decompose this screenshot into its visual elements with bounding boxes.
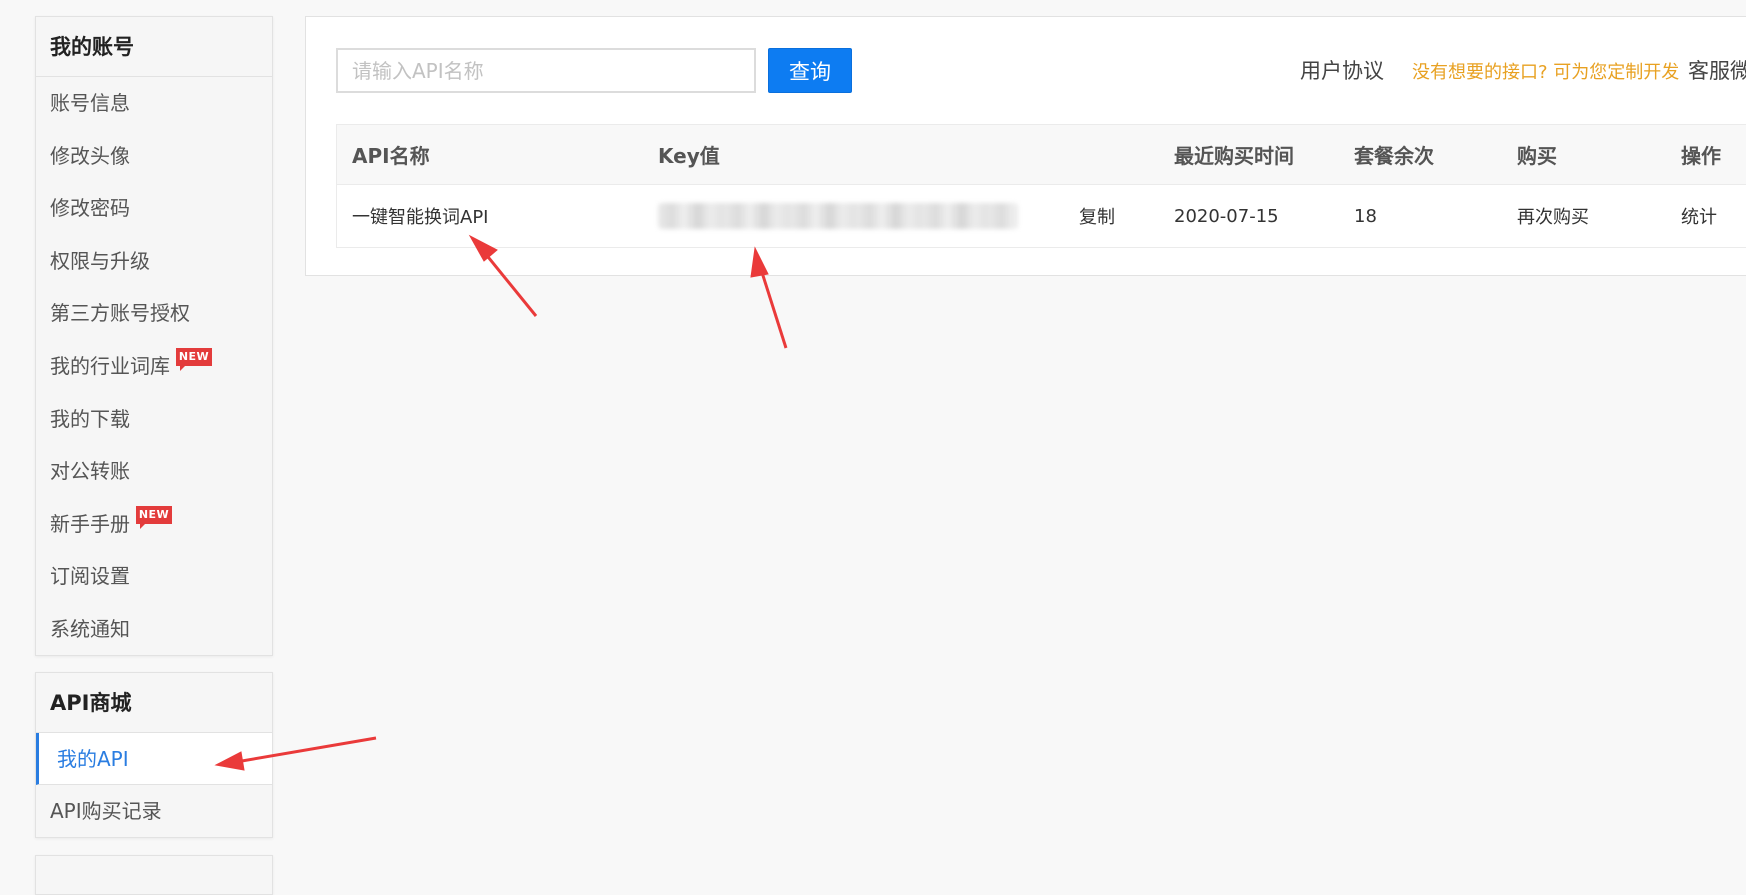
api-key-value	[658, 185, 1018, 247]
sidebar-item-downloads[interactable]: 我的下载	[36, 393, 272, 446]
account-panel: 我的账号 账号信息 修改头像 修改密码 权限与升级 第三方账号授权 我的行业词库…	[35, 16, 273, 656]
sidebar-item-change-avatar[interactable]: 修改头像	[36, 130, 272, 183]
sidebar-item-label: 对公转账	[50, 459, 130, 484]
sidebar-item-label: API购买记录	[50, 799, 162, 823]
api-store-panel: API商城 我的API API购买记录	[35, 672, 273, 838]
copy-key-button[interactable]: 复制	[1079, 185, 1115, 247]
sidebar-item-label: 第三方账号授权	[50, 301, 190, 326]
remaining-count: 18	[1354, 205, 1377, 227]
header-remaining: 套餐余次	[1354, 144, 1434, 168]
sidebar-item-label: 权限与升级	[50, 248, 150, 273]
header-key: Key值	[658, 144, 720, 168]
blurred-key	[658, 203, 1018, 229]
new-badge: NEW	[136, 505, 172, 529]
sidebar-item-system-notifications[interactable]: 系统通知	[36, 603, 272, 656]
sidebar-item-label: 订阅设置	[50, 564, 130, 589]
sidebar-item-label: 我的行业词库	[50, 353, 170, 378]
sidebar-item-label: 账号信息	[50, 91, 130, 115]
sidebar-item-label: 我的API	[57, 747, 129, 771]
api-name-link[interactable]: 一键智能换词API	[352, 185, 488, 247]
sidebar-item-my-api[interactable]: 我的API	[36, 733, 272, 785]
table-header: API名称 Key值 最近购买时间 套餐余次 购买 操作	[337, 125, 1746, 185]
user-agreement-link[interactable]: 用户协议	[1300, 55, 1384, 85]
account-panel-title: 我的账号	[36, 17, 272, 77]
sidebar-item-label: 修改密码	[50, 196, 130, 221]
sidebar-item-account-info[interactable]: 账号信息	[36, 77, 272, 130]
purchase-date: 2020-07-15	[1174, 205, 1279, 227]
header-api-name: API名称	[352, 144, 430, 168]
sidebar-item-label: 修改头像	[50, 143, 130, 168]
header-operation: 操作	[1681, 144, 1721, 168]
sidebar-item-label: 我的下载	[50, 406, 130, 431]
sidebar-item-permissions[interactable]: 权限与升级	[36, 235, 272, 288]
sidebar-item-industry-thesaurus[interactable]: 我的行业词库 NEW	[36, 340, 272, 393]
sidebar-item-change-password[interactable]: 修改密码	[36, 182, 272, 235]
sidebar-item-label: 系统通知	[50, 616, 130, 641]
header-buy: 购买	[1517, 144, 1557, 168]
main-card: 查询 用户协议 没有想要的接口? 可为您定制开发 客服微 API名称 Key值 …	[305, 16, 1746, 276]
sidebar-item-third-party-auth[interactable]: 第三方账号授权	[36, 287, 272, 340]
sidebar-item-subscription-settings[interactable]: 订阅设置	[36, 550, 272, 603]
search-button[interactable]: 查询	[768, 48, 852, 93]
sidebar-item-label: 新手手册	[50, 511, 130, 536]
sidebar-item-api-purchase-records[interactable]: API购买记录	[36, 785, 272, 837]
search-input[interactable]	[336, 48, 756, 93]
api-store-panel-title: API商城	[36, 673, 272, 733]
new-badge: NEW	[176, 347, 212, 371]
header-purchase-date: 最近购买时间	[1174, 144, 1294, 168]
customer-service-link[interactable]: 客服微	[1688, 55, 1746, 85]
sidebar-item-beginner-guide[interactable]: 新手手册 NEW	[36, 498, 272, 551]
custom-development-link[interactable]: 没有想要的接口? 可为您定制开发	[1412, 58, 1679, 84]
buy-again-link[interactable]: 再次购买	[1517, 185, 1589, 247]
next-panel	[35, 855, 273, 895]
table-row: 一键智能换词API 复制 2020-07-15 18 再次购买 统计	[337, 185, 1746, 247]
sidebar-item-bank-transfer[interactable]: 对公转账	[36, 445, 272, 498]
statistics-link[interactable]: 统计	[1681, 185, 1717, 247]
api-table: API名称 Key值 最近购买时间 套餐余次 购买 操作 一键智能换词API 复…	[336, 124, 1746, 248]
